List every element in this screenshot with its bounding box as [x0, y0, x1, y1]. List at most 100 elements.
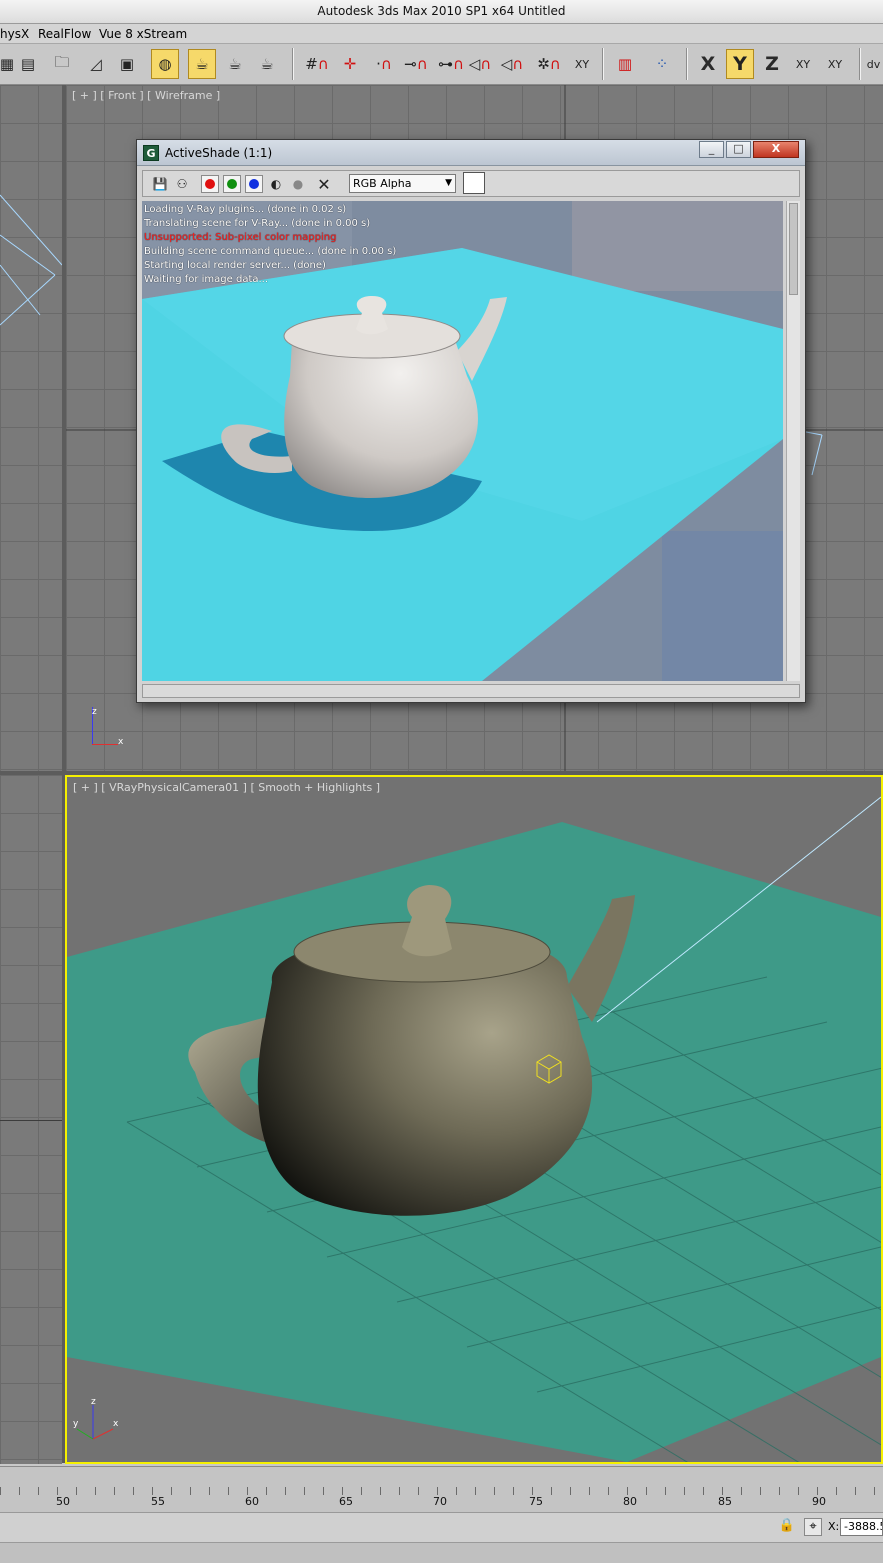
activeshade-window[interactable]: G ActiveShade (1:1) _ □ X 💾 ⚇ ◐ ● ✕ RGB …: [136, 139, 806, 703]
constraint-vertex-icon[interactable]: · ∩: [370, 49, 398, 79]
x-coord-field[interactable]: -3888.5: [840, 1518, 883, 1536]
menu-bar: hysX RealFlow Vue 8 xStream: [0, 24, 883, 44]
constraint-midpoint-icon[interactable]: ⊶ ∩: [437, 49, 465, 79]
axis-y-button[interactable]: Y: [726, 49, 754, 79]
chevron-down-icon: ▼: [445, 178, 452, 188]
clear-image-icon[interactable]: ✕: [315, 175, 333, 194]
material-editor-icon[interactable]: ◍: [151, 49, 179, 79]
scrollbar-thumb[interactable]: [789, 203, 798, 295]
toolbar-separator: [859, 48, 861, 80]
timeline-tick-label: 90: [812, 1495, 826, 1508]
red-dot-icon: [205, 179, 215, 189]
toolbar-separator: [292, 48, 294, 80]
red-channel-toggle[interactable]: [201, 175, 219, 193]
curve-editor-icon[interactable]: ◿: [82, 49, 110, 79]
status-bar: 🔒 ⌖ X: -3888.5: [0, 1512, 883, 1542]
viewport-bottom-left[interactable]: [0, 775, 62, 1464]
constraint-edge-icon[interactable]: ⊸ ∩: [402, 49, 430, 79]
color-swatch[interactable]: [463, 172, 485, 194]
clone-window-icon[interactable]: ⚇: [173, 175, 191, 193]
constraint-grid-icon[interactable]: # ∩: [303, 49, 331, 79]
grid-axis-line: [0, 1120, 62, 1121]
axis-x-button[interactable]: X: [694, 49, 722, 79]
menu-vue-xstream[interactable]: Vue 8 xStream: [99, 27, 187, 41]
render-output[interactable]: Loading V-Ray plugins... (done in 0.02 s…: [142, 201, 783, 681]
green-dot-icon: [227, 179, 237, 189]
timeline-tick-label: 65: [339, 1495, 353, 1508]
constraint-xy-label: XY: [574, 57, 590, 71]
axis-x-line: [92, 744, 118, 745]
viewport-camera-label[interactable]: [ + ] [ VRayPhysicalCamera01 ] [ Smooth …: [73, 781, 380, 794]
constraint-point-icon[interactable]: ✛: [336, 49, 364, 79]
log-line: Building scene command queue... (done in…: [144, 246, 397, 257]
constraint-pivot-icon[interactable]: ✲ ∩: [535, 49, 563, 79]
minimize-button[interactable]: _: [699, 141, 724, 158]
toolbar-partial-icon[interactable]: ▦: [0, 49, 14, 79]
x-coord-label: X:: [828, 1520, 840, 1533]
timeline-tick-label: 70: [433, 1495, 447, 1508]
cam-axis-x-line: [92, 1428, 114, 1440]
render-setup-icon[interactable]: ☕: [188, 49, 216, 79]
timeline-tick-label: 60: [245, 1495, 259, 1508]
log-line: Starting local render server... (done): [144, 260, 326, 271]
cam-axis-y-label: y: [73, 1419, 79, 1429]
axis-z-label: z: [92, 707, 97, 717]
axis-z-button[interactable]: Z: [758, 49, 786, 79]
cam-axis-y-line: [76, 1428, 94, 1440]
log-line-error: Unsupported: Sub-pixel color mapping: [144, 232, 337, 243]
lock-icon[interactable]: 🔒: [778, 1518, 796, 1536]
render-scrollbar[interactable]: [786, 201, 800, 681]
timeline-ticks: [0, 1475, 883, 1495]
viewport-top-left[interactable]: [0, 85, 62, 771]
timeline-tick-label: 50: [56, 1495, 70, 1508]
axis-xy-button[interactable]: XY: [789, 49, 817, 79]
green-channel-toggle[interactable]: [223, 175, 241, 193]
menu-physx[interactable]: hysX: [0, 27, 29, 41]
maximize-button[interactable]: □: [726, 141, 751, 158]
axis-x-label: x: [118, 737, 124, 747]
timeline-tick-label: 55: [151, 1495, 165, 1508]
bottom-strip: [0, 1542, 883, 1563]
render-production-icon[interactable]: ☕: [253, 49, 281, 79]
timeline-tick-label: 75: [529, 1495, 543, 1508]
dope-sheet-icon[interactable]: ▣: [113, 49, 141, 79]
schematic-view-icon[interactable]: 🗀: [48, 49, 76, 79]
activeshade-toolbar: 💾 ⚇ ◐ ● ✕ RGB Alpha ▼: [142, 170, 800, 197]
cam-axis-z-label: z: [91, 1397, 96, 1407]
window-title: Autodesk 3ds Max 2010 SP1 x64 Untitled: [317, 4, 566, 18]
constraint-xy-icon[interactable]: XY: [568, 49, 596, 79]
alpha-channel-icon[interactable]: ◐: [267, 175, 285, 193]
toolbar-overflow[interactable]: dv: [864, 49, 883, 79]
activeshade-titlebar[interactable]: G ActiveShade (1:1) _ □ X: [137, 140, 805, 166]
activeshade-title: ActiveShade (1:1): [165, 146, 273, 160]
main-toolbar: ▦ ▤ 🗀 ◿ ▣ ◍ ☕ ☕ ☕ # ∩ ✛ · ∩ ⊸ ∩ ⊶ ∩ ◁ ∩ ◁ ∩ ✲ ∩…: [0, 44, 883, 85]
absolute-mode-icon[interactable]: ⌖: [804, 1518, 822, 1536]
blue-channel-toggle[interactable]: [245, 175, 263, 193]
timeline[interactable]: 50 55 60 65 70 75 80 85 90: [0, 1466, 883, 1512]
scatter-points-icon[interactable]: ⁘: [648, 49, 676, 79]
rendered-frame-window-icon[interactable]: ☕: [221, 49, 249, 79]
constraint-face-icon[interactable]: ◁ ∩: [466, 49, 494, 79]
toolbar-separator: [602, 48, 604, 80]
layer-manager-icon[interactable]: ▤: [14, 49, 42, 79]
render-log: Loading V-Ray plugins... (done in 0.02 s…: [144, 203, 396, 287]
axis-xy-cycle-button[interactable]: XY: [821, 49, 849, 79]
menu-realflow[interactable]: RealFlow: [38, 27, 91, 41]
mono-channel-icon[interactable]: ●: [289, 175, 307, 193]
window-titlebar: Autodesk 3ds Max 2010 SP1 x64 Untitled: [0, 0, 883, 24]
app-icon: G: [143, 145, 159, 161]
grid-align-icon[interactable]: ▥: [611, 49, 639, 79]
timeline-tick-label: 80: [623, 1495, 637, 1508]
timeline-tick-label: 85: [718, 1495, 732, 1508]
save-image-icon[interactable]: 💾: [151, 175, 169, 193]
channel-select[interactable]: RGB Alpha ▼: [349, 174, 456, 193]
camera-scene: [67, 796, 881, 1462]
cam-axis-x-label: x: [113, 1419, 119, 1429]
wireframe-lines: [0, 194, 62, 326]
viewport-camera[interactable]: [ + ] [ VRayPhysicalCamera01 ] [ Smooth …: [65, 775, 883, 1464]
constraint-normal-icon[interactable]: ◁ ∩: [498, 49, 526, 79]
activeshade-status-strip: [142, 684, 800, 698]
log-line: Translating scene for V-Ray... (done in …: [144, 218, 371, 229]
blue-dot-icon: [249, 179, 259, 189]
close-button[interactable]: X: [753, 141, 799, 158]
